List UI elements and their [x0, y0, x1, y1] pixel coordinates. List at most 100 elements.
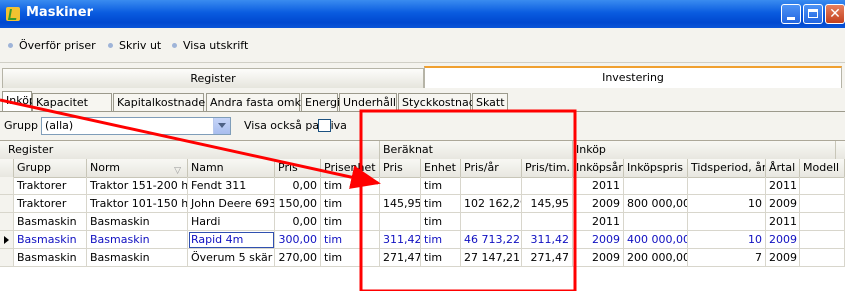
- column-header-norm[interactable]: Norm ▽: [87, 159, 188, 177]
- row-selector[interactable]: [0, 213, 14, 231]
- print-preview-button[interactable]: Visa utskrift: [172, 36, 248, 56]
- cell-tidsperiod[interactable]: 10: [688, 195, 766, 213]
- cell-inkopsar[interactable]: 2011: [573, 177, 624, 195]
- cell-tidsperiod[interactable]: 7: [688, 249, 766, 267]
- cell-norm[interactable]: Traktor 101-150 hk: [87, 195, 188, 213]
- cell-inkopspris[interactable]: 400 000,00: [624, 231, 688, 249]
- print-button[interactable]: Skriv ut: [108, 36, 161, 56]
- subtab-andra-fasta[interactable]: Andra fasta omk.: [206, 93, 304, 111]
- cell-pris[interactable]: 150,00: [275, 195, 321, 213]
- cell-prisenhet[interactable]: tim: [321, 231, 380, 249]
- chevron-down-icon[interactable]: [213, 118, 230, 134]
- cell-artal[interactable]: 2011: [766, 177, 800, 195]
- cell-pris-tim[interactable]: 145,95: [522, 195, 573, 213]
- cell-artal[interactable]: 2009: [766, 249, 800, 267]
- cell-grupp[interactable]: Basmaskin: [14, 231, 87, 249]
- cell-pris-beraknat[interactable]: [380, 213, 421, 231]
- cell-pris-tim[interactable]: [522, 177, 573, 195]
- column-header-enhet[interactable]: Enhet: [421, 159, 461, 177]
- row-selector[interactable]: [0, 195, 14, 213]
- show-passive-checkbox[interactable]: [318, 119, 331, 132]
- cell-pris-beraknat[interactable]: [380, 177, 421, 195]
- cell-pris[interactable]: 270,00: [275, 249, 321, 267]
- table-row[interactable]: Traktorer Traktor 151-200 hk Fendt 311 0,00…: [0, 177, 845, 195]
- cell-norm[interactable]: Basmaskin: [87, 249, 188, 267]
- cell-prisenhet[interactable]: tim: [321, 195, 380, 213]
- subtab-inkop[interactable]: Inköp: [2, 91, 36, 111]
- cell-pris-beraknat[interactable]: 311,42: [380, 231, 421, 249]
- cell-pris-ar[interactable]: [461, 213, 522, 231]
- cell-tidsperiod[interactable]: [688, 213, 766, 231]
- column-header-tidsperiod[interactable]: Tidsperiod, år: [688, 159, 766, 177]
- cell-pris-beraknat[interactable]: 145,95: [380, 195, 421, 213]
- cell-prisenhet[interactable]: tim: [321, 177, 380, 195]
- cell-modell[interactable]: [800, 195, 845, 213]
- cell-enhet[interactable]: tim: [421, 195, 461, 213]
- subtab-kapacitet[interactable]: Kapacitet: [32, 93, 112, 111]
- cell-inkopsar[interactable]: 2009: [573, 231, 624, 249]
- cell-tidsperiod[interactable]: 10: [688, 231, 766, 249]
- table-row[interactable]: Basmaskin Basmaskin Rapid 4m 300,00 tim 311,4…: [0, 231, 845, 249]
- column-header-modell[interactable]: Modell: [800, 159, 845, 177]
- table-row[interactable]: Basmaskin Basmaskin Överum 5 skär 270,00 tim…: [0, 249, 845, 267]
- cell-tidsperiod[interactable]: [688, 177, 766, 195]
- cell-artal[interactable]: 2011: [766, 213, 800, 231]
- table-row[interactable]: Basmaskin Basmaskin Hardi 0,00 tim tim 2011 201…: [0, 213, 845, 231]
- cell-namn[interactable]: Överum 5 skär: [188, 249, 275, 267]
- cell-pris-ar[interactable]: 46 713,22: [461, 231, 522, 249]
- column-header-pris-ar[interactable]: Pris/år: [461, 159, 522, 177]
- cell-modell[interactable]: [800, 249, 845, 267]
- column-header-pris[interactable]: Pris: [275, 159, 321, 177]
- tab-investering[interactable]: Investering: [424, 66, 842, 88]
- column-header-grupp[interactable]: Grupp: [14, 159, 87, 177]
- close-button[interactable]: ✕: [825, 4, 845, 24]
- cell-enhet[interactable]: tim: [421, 177, 461, 195]
- cell-norm[interactable]: Traktor 151-200 hk: [87, 177, 188, 195]
- cell-artal[interactable]: 2009: [766, 195, 800, 213]
- column-header-inkopspris[interactable]: Inköpspris: [624, 159, 688, 177]
- transfer-prices-button[interactable]: Överför priser: [8, 36, 96, 56]
- cell-pris[interactable]: 0,00: [275, 177, 321, 195]
- group-select[interactable]: (alla): [41, 117, 231, 135]
- column-header-artal[interactable]: Årtal: [766, 159, 800, 177]
- subtab-underhall[interactable]: Underhåll: [339, 93, 397, 111]
- cell-namn[interactable]: Hardi: [188, 213, 275, 231]
- column-header-namn[interactable]: Namn: [188, 159, 275, 177]
- cell-grupp[interactable]: Basmaskin: [14, 213, 87, 231]
- subtab-skatt[interactable]: Skatt: [472, 93, 508, 111]
- cell-inkopsar[interactable]: 2009: [573, 195, 624, 213]
- table-row[interactable]: Traktorer Traktor 101-150 hk John Deere 69…: [0, 195, 845, 213]
- cell-pris[interactable]: 0,00: [275, 213, 321, 231]
- minimize-button[interactable]: [781, 4, 801, 24]
- cell-inkopspris[interactable]: 800 000,00: [624, 195, 688, 213]
- cell-pris-ar[interactable]: 102 162,29: [461, 195, 522, 213]
- cell-prisenhet[interactable]: tim: [321, 249, 380, 267]
- cell-grupp[interactable]: Basmaskin: [14, 249, 87, 267]
- cell-pris[interactable]: 300,00: [275, 231, 321, 249]
- column-header-prisenhet[interactable]: Prisenhet: [321, 159, 380, 177]
- cell-pris-tim[interactable]: 271,47: [522, 249, 573, 267]
- column-header-pris-tim[interactable]: Pris/tim.: [522, 159, 573, 177]
- cell-inkopspris[interactable]: [624, 177, 688, 195]
- column-header-inkopsar[interactable]: Inköpsår: [573, 159, 624, 177]
- cell-modell[interactable]: [800, 177, 845, 195]
- cell-norm[interactable]: Basmaskin: [87, 213, 188, 231]
- cell-enhet[interactable]: tim: [421, 231, 461, 249]
- subtab-styckkostnad[interactable]: Styckkostnad: [398, 93, 476, 111]
- cell-namn[interactable]: John Deere 6930: [188, 195, 275, 213]
- column-header-pris-beraknat[interactable]: Pris: [380, 159, 421, 177]
- cell-pris-ar[interactable]: [461, 177, 522, 195]
- row-selector[interactable]: [0, 249, 14, 267]
- cell-pris-beraknat[interactable]: 271,47: [380, 249, 421, 267]
- cell-grupp[interactable]: Traktorer: [14, 195, 87, 213]
- row-selector[interactable]: [0, 231, 14, 249]
- cell-enhet[interactable]: tim: [421, 249, 461, 267]
- cell-inkopsar[interactable]: 2011: [573, 213, 624, 231]
- cell-prisenhet[interactable]: tim: [321, 213, 380, 231]
- cell-norm[interactable]: Basmaskin: [87, 231, 188, 249]
- cell-pris-tim[interactable]: [522, 213, 573, 231]
- tab-register[interactable]: Register: [2, 68, 424, 88]
- subtab-energi[interactable]: Energi: [301, 93, 340, 111]
- cell-inkopspris[interactable]: [624, 213, 688, 231]
- cell-modell[interactable]: [800, 231, 845, 249]
